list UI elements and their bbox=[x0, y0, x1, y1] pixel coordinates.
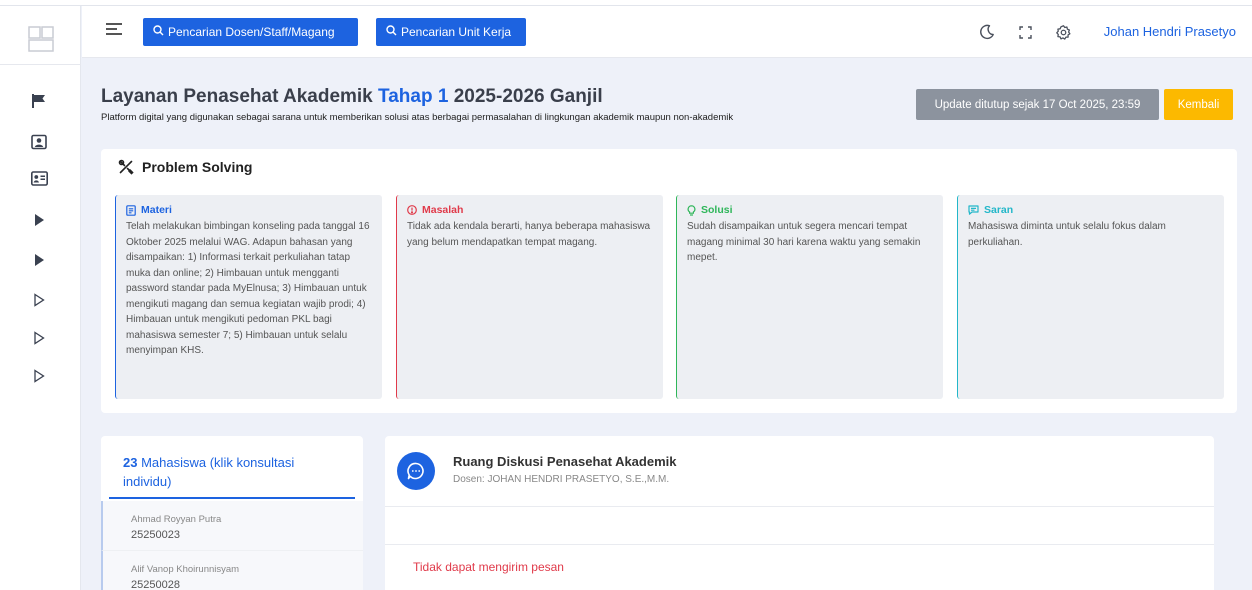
materi-text: Telah melakukan bimbingan konseling pada… bbox=[126, 221, 370, 356]
send-error-message: Tidak dapat mengirim pesan bbox=[413, 560, 564, 574]
app-logo-icon[interactable] bbox=[28, 26, 54, 52]
back-button[interactable]: Kembali bbox=[1164, 89, 1233, 120]
document-icon bbox=[126, 204, 136, 216]
title-prefix: Layanan Penasehat Akademik bbox=[101, 86, 373, 107]
list-item[interactable]: Ahmad Royyan Putra 25250023 bbox=[101, 501, 363, 551]
problem-solving-title: Problem Solving bbox=[142, 159, 253, 175]
page-title: Layanan Penasehat Akademik Tahap 1 2025-… bbox=[101, 86, 603, 108]
student-id: 25250023 bbox=[131, 529, 180, 541]
page-subtitle: Platform digital yang digunakan sebagai … bbox=[101, 112, 734, 123]
caret-right-outline-icon[interactable] bbox=[30, 291, 48, 309]
sidebar bbox=[0, 6, 81, 590]
caret-right-filled-icon[interactable] bbox=[30, 251, 48, 269]
masalah-column: Masalah Tidak ada kendala berarti, hanya… bbox=[396, 195, 663, 399]
caret-right-outline-icon[interactable] bbox=[30, 329, 48, 347]
saran-column: Saran Mahasiswa diminta untuk selalu fok… bbox=[957, 195, 1224, 399]
divider bbox=[385, 506, 1214, 507]
materi-column: Materi Telah melakukan bimbingan konseli… bbox=[115, 195, 382, 399]
student-name: Ahmad Royyan Putra bbox=[131, 514, 222, 525]
solusi-column: Solusi Sudah disampaikan untuk segera me… bbox=[676, 195, 943, 399]
problem-solving-card: Problem Solving Materi Telah melakukan b… bbox=[101, 149, 1237, 413]
saran-label: Saran bbox=[984, 204, 1014, 216]
masalah-text: Tidak ada kendala berarti, hanya beberap… bbox=[407, 221, 651, 248]
title-suffix: 2025-2026 Ganjil bbox=[453, 86, 603, 107]
students-label: Mahasiswa (klik konsultasi individu) bbox=[123, 455, 295, 489]
search-unit-label: Pencarian Unit Kerja bbox=[401, 25, 512, 39]
materi-header: Materi bbox=[126, 204, 372, 216]
solusi-label: Solusi bbox=[701, 204, 733, 216]
problem-solving-header: Problem Solving bbox=[118, 157, 252, 177]
title-highlight: Tahap 1 bbox=[378, 86, 449, 107]
materi-label: Materi bbox=[141, 204, 172, 216]
sidebar-divider bbox=[0, 64, 81, 65]
id-badge-icon[interactable] bbox=[30, 133, 48, 151]
student-name: Alif Vanop Khoirunnisyam bbox=[131, 564, 240, 575]
menu-icon[interactable] bbox=[106, 23, 122, 37]
tools-icon bbox=[118, 159, 134, 175]
solusi-header: Solusi bbox=[687, 204, 933, 216]
saran-text: Mahasiswa diminta untuk selalu fokus dal… bbox=[968, 221, 1166, 248]
caret-right-outline-icon[interactable] bbox=[30, 367, 48, 385]
search-icon bbox=[386, 25, 397, 39]
divider bbox=[385, 544, 1214, 545]
students-header[interactable]: 23 Mahasiswa (klik konsultasi individu) bbox=[123, 453, 343, 491]
students-count: 23 bbox=[123, 455, 138, 470]
solusi-text: Sudah disampaikan untuk segera mencari t… bbox=[687, 221, 921, 263]
id-card-icon[interactable] bbox=[30, 169, 48, 187]
chat-bubble-icon bbox=[397, 452, 435, 490]
search-staff-button[interactable]: Pencarian Dosen/Staff/Magang bbox=[143, 18, 358, 46]
masalah-label: Masalah bbox=[422, 204, 464, 216]
moon-icon[interactable] bbox=[976, 21, 998, 43]
search-staff-label: Pencarian Dosen/Staff/Magang bbox=[168, 25, 335, 39]
students-panel: 23 Mahasiswa (klik konsultasi individu) … bbox=[101, 436, 363, 590]
discussion-subtitle: Dosen: JOHAN HENDRI PRASETYO, S.E.,M.M. bbox=[453, 474, 670, 485]
discussion-title: Ruang Diskusi Penasehat Akademik bbox=[453, 454, 677, 469]
message-square-icon bbox=[968, 205, 979, 215]
students-tab-underline bbox=[109, 497, 355, 499]
search-unit-button[interactable]: Pencarian Unit Kerja bbox=[376, 18, 526, 46]
students-list: Ahmad Royyan Putra 25250023 Alif Vanop K… bbox=[101, 501, 363, 590]
update-closed-button: Update ditutup sejak 17 Oct 2025, 23:59 bbox=[916, 89, 1159, 120]
list-item[interactable]: Alif Vanop Khoirunnisyam 25250028 bbox=[101, 551, 363, 590]
user-name-link[interactable]: Johan Hendri Prasetyo bbox=[1104, 24, 1236, 39]
caret-right-filled-icon[interactable] bbox=[30, 211, 48, 229]
masalah-header: Masalah bbox=[407, 204, 653, 216]
lightbulb-icon bbox=[687, 204, 696, 216]
saran-header: Saran bbox=[968, 204, 1214, 216]
top-header: Pencarian Dosen/Staff/Magang Pencarian U… bbox=[82, 6, 1252, 58]
discussion-panel: Ruang Diskusi Penasehat Akademik Dosen: … bbox=[385, 436, 1214, 590]
flag-icon[interactable] bbox=[30, 92, 48, 110]
student-id: 25250028 bbox=[131, 579, 180, 590]
alert-circle-icon bbox=[407, 205, 417, 215]
search-icon bbox=[153, 25, 164, 39]
gear-icon[interactable] bbox=[1052, 21, 1074, 43]
fullscreen-icon[interactable] bbox=[1014, 21, 1036, 43]
